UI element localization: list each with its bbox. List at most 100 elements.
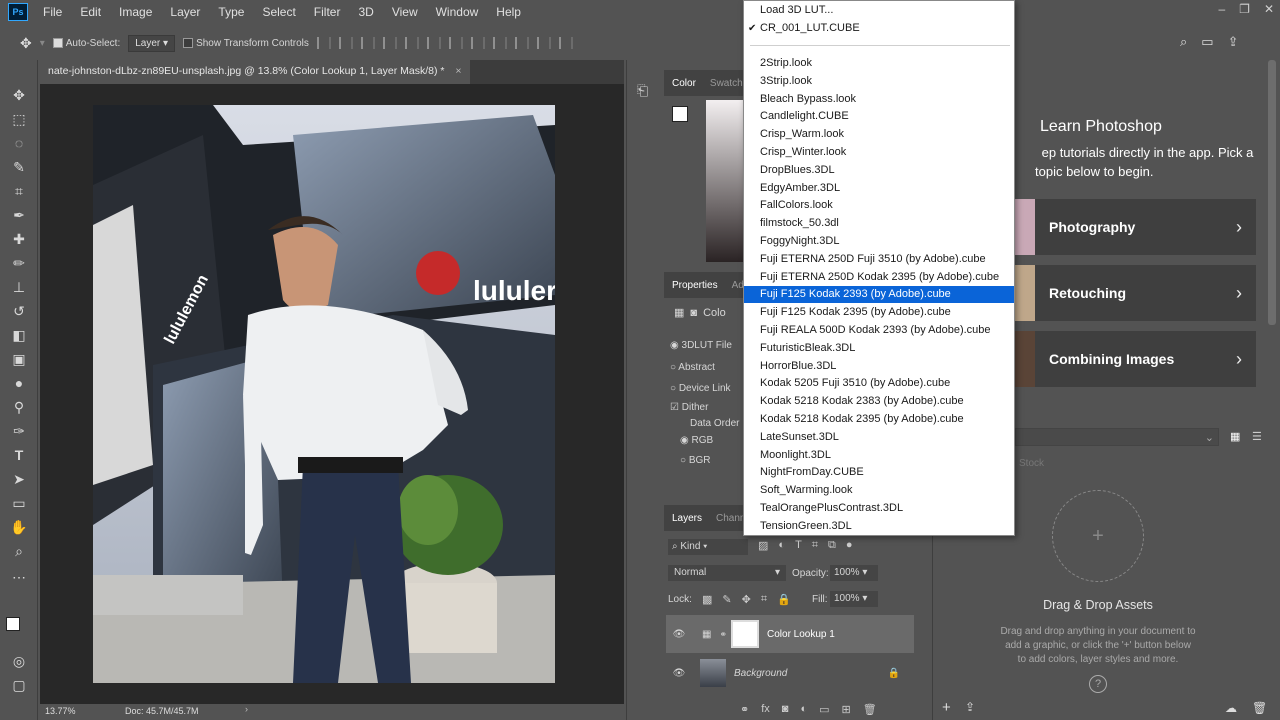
menu-3d[interactable]: 3D (349, 5, 382, 19)
hand-tool-icon[interactable]: ✋ (9, 518, 29, 536)
menu-view[interactable]: View (383, 5, 427, 19)
dd-item[interactable]: EdgyAmber.3DL (744, 180, 1014, 197)
dd-item[interactable]: LateSunset.3DL (744, 429, 1014, 446)
dd-item[interactable]: Kodak 5218 Kodak 2395 (by Adobe).cube (744, 411, 1014, 428)
dd-item-load-lut[interactable]: Load 3D LUT... (744, 2, 1014, 19)
opt-devicelink[interactable]: ○ Device Link (670, 383, 731, 394)
upload-icon[interactable]: ⇪ (965, 700, 975, 714)
stock-search-placeholder[interactable]: Stock (1019, 458, 1044, 469)
close-tab-icon[interactable]: × (455, 65, 461, 77)
align-right-icon[interactable] (426, 37, 441, 49)
history-brush-icon[interactable]: ↺ (9, 302, 29, 320)
tab-swatches[interactable]: Swatch (710, 78, 743, 89)
distribute-left-icon[interactable] (514, 37, 529, 49)
quick-select-tool-icon[interactable]: ✎ (9, 158, 29, 176)
crop-tool-icon[interactable]: ⌗ (9, 182, 29, 200)
move-tool-icon[interactable]: ✥ (9, 86, 29, 104)
bgr-radio[interactable]: ○ BGR (680, 455, 711, 466)
fx-icon[interactable]: fx (761, 703, 770, 715)
filter-smart-icon[interactable]: ⧉ (828, 539, 836, 552)
layer-row[interactable]: 👁 ▦ ⚭ Color Lookup 1 (666, 615, 914, 653)
dd-item[interactable]: Moonlight.3DL (744, 447, 1014, 464)
history-panel-icon[interactable]: ⎗ (637, 82, 648, 99)
filter-pixel-icon[interactable]: ▨ (758, 539, 768, 552)
distribute-top-icon[interactable] (448, 37, 463, 49)
tab-adjustments[interactable]: Ad (732, 280, 744, 291)
align-hcenter-icon[interactable] (404, 37, 419, 49)
tab-channels[interactable]: Chann (716, 513, 745, 524)
layer-name[interactable]: Color Lookup 1 (767, 629, 835, 640)
mask-link-icon[interactable]: ⚭ (719, 629, 727, 640)
eyedropper-tool-icon[interactable]: ✒ (9, 206, 29, 224)
document-tab[interactable]: nate-johnston-dLbz-zn89EU-unsplash.jpg @… (40, 60, 470, 84)
learn-card-photography[interactable]: Photography › (1015, 199, 1256, 255)
distribute-vcenter-icon[interactable] (470, 37, 485, 49)
filter-toggle-icon[interactable]: ● (846, 539, 853, 552)
document-photo[interactable]: lululer lululemon (93, 105, 555, 683)
layer-name[interactable]: Background (734, 668, 787, 679)
dd-item[interactable]: Soft_Warming.look (744, 482, 1014, 499)
close-window-icon[interactable]: ✕ (1264, 2, 1274, 16)
filter-type-icon[interactable]: T (795, 539, 802, 552)
library-select[interactable]: ⌄ (1015, 428, 1219, 446)
new-group-icon[interactable]: ▭ (819, 703, 829, 716)
healing-tool-icon[interactable]: ✚ (9, 230, 29, 248)
workspace-icon[interactable]: ▭ (1201, 34, 1213, 50)
pen-tool-icon[interactable]: ✑ (9, 422, 29, 440)
dd-item[interactable]: DropBlues.3DL (744, 162, 1014, 179)
fill-input[interactable]: 100% ▾ (830, 591, 878, 607)
dd-item[interactable]: FallColors.look (744, 197, 1014, 214)
align-left-icon[interactable] (382, 37, 397, 49)
dd-item[interactable]: Fuji ETERNA 250D Kodak 2395 (by Adobe).c… (744, 269, 1014, 286)
foreground-swatch[interactable] (672, 106, 688, 122)
dither-checkbox[interactable]: ☑ Dither (670, 402, 708, 413)
restore-icon[interactable]: ❐ (1239, 2, 1250, 16)
menu-type[interactable]: Type (209, 5, 253, 19)
dd-item[interactable]: Bleach Bypass.look (744, 91, 1014, 108)
menu-help[interactable]: Help (487, 5, 530, 19)
menu-edit[interactable]: Edit (71, 5, 110, 19)
dd-item[interactable]: 2Strip.look (744, 55, 1014, 72)
lasso-tool-icon[interactable]: ◌ (9, 134, 29, 152)
dd-item-current-lut[interactable]: ✔ CR_001_LUT.CUBE (744, 20, 1014, 37)
align-bottom-icon[interactable] (360, 37, 375, 49)
dd-item[interactable]: Candlelight.CUBE (744, 108, 1014, 125)
rectangle-tool-icon[interactable]: ▭ (9, 494, 29, 512)
dd-item[interactable]: FuturisticBleak.3DL (744, 340, 1014, 357)
list-view-icon[interactable]: ☰ (1252, 430, 1262, 443)
align-top-icon[interactable] (316, 37, 331, 49)
learn-scrollbar[interactable] (1268, 60, 1276, 325)
auto-select-checkbox[interactable]: Auto-Select: (52, 38, 120, 49)
opt-3dlut[interactable]: ◉ 3DLUT File (670, 340, 732, 351)
dd-item[interactable]: 3Strip.look (744, 73, 1014, 90)
new-layer-icon[interactable]: ⊞ (842, 703, 851, 716)
filter-shape-icon[interactable]: ⌗ (812, 539, 818, 552)
lock-artboard-icon[interactable]: ⌗ (761, 593, 767, 606)
dd-item[interactable]: FoggyNight.3DL (744, 233, 1014, 250)
lock-position-icon[interactable]: ✥ (742, 593, 751, 606)
link-layers-icon[interactable]: ⚭ (740, 703, 749, 716)
help-icon[interactable]: ? (1089, 675, 1107, 693)
dd-item[interactable]: Kodak 5205 Fuji 3510 (by Adobe).cube (744, 375, 1014, 392)
cloud-icon[interactable]: ☁ (1225, 701, 1237, 715)
grid-view-icon[interactable]: ▦ (1230, 430, 1240, 443)
dd-item[interactable]: TealOrangePlusContrast.3DL (744, 500, 1014, 517)
screen-mode-icon[interactable]: ▢ (9, 676, 29, 694)
dd-item[interactable]: Crisp_Winter.look (744, 144, 1014, 161)
dd-item[interactable]: TensionGreen.3DL (744, 518, 1014, 535)
align-vcenter-icon[interactable] (338, 37, 353, 49)
brush-tool-icon[interactable]: ✏ (9, 254, 29, 272)
menu-select[interactable]: Select (253, 5, 304, 19)
eraser-tool-icon[interactable]: ◧ (9, 326, 29, 344)
add-mask-icon[interactable]: ◙ (782, 703, 789, 715)
blur-tool-icon[interactable]: ● (9, 374, 29, 392)
lock-transparent-icon[interactable]: ▩ (702, 593, 712, 606)
type-tool-icon[interactable]: T (9, 446, 29, 464)
add-asset-icon[interactable]: + (1052, 490, 1144, 582)
tab-properties[interactable]: Properties (672, 280, 718, 291)
dd-item[interactable]: Fuji F125 Kodak 2395 (by Adobe).cube (744, 304, 1014, 321)
lock-all-icon[interactable]: 🔒 (777, 593, 791, 606)
stamp-tool-icon[interactable]: ⊥ (9, 278, 29, 296)
color-field[interactable] (706, 100, 744, 262)
new-adjustment-icon[interactable]: ◐ (800, 703, 807, 715)
